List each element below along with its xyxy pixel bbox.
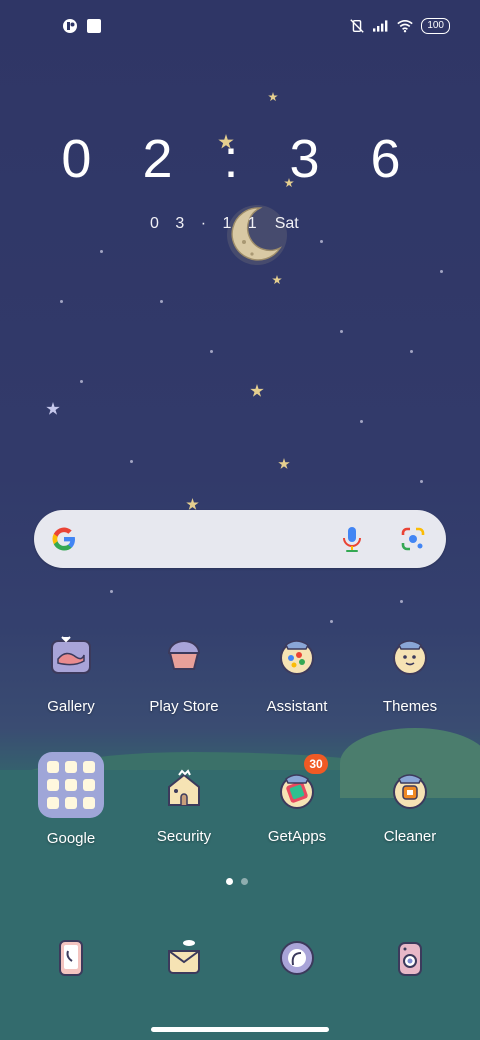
notification-badge: 30 (304, 754, 328, 774)
app-label: Play Store (149, 698, 219, 715)
home-gesture-bar[interactable] (151, 1027, 329, 1032)
date-digits: 0 3 · 1 1 (150, 215, 263, 232)
app-label: Google (46, 830, 96, 847)
google-folder-icon (38, 752, 104, 818)
signal-icon (373, 18, 389, 34)
app-label: Gallery (47, 698, 95, 715)
moon-icon (222, 200, 292, 270)
page-dot (241, 878, 248, 885)
app-label: Cleaner (383, 828, 437, 845)
phone-icon (45, 932, 97, 984)
clock-time[interactable]: 0 2 : 3 6 (0, 128, 480, 190)
google-search-bar[interactable] (34, 510, 446, 568)
google-g-icon (50, 525, 78, 553)
themes-icon (384, 630, 436, 682)
gallery-icon (45, 630, 97, 682)
wifi-icon (397, 18, 414, 34)
app-getapps[interactable]: 30 GetApps (242, 754, 352, 845)
security-icon (158, 764, 210, 816)
app-assistant[interactable]: Assistant (242, 630, 352, 715)
battery-indicator: 100 (421, 18, 450, 34)
dock-camera[interactable] (355, 932, 465, 984)
mic-icon[interactable] (340, 525, 364, 553)
status-bar: 100 (0, 0, 480, 54)
play-store-icon (158, 630, 210, 682)
vibrate-off-icon (349, 18, 365, 34)
dock-phone[interactable] (16, 932, 126, 984)
google-lens-icon[interactable] (400, 526, 426, 552)
dock-browser[interactable] (242, 932, 352, 984)
messages-icon (158, 932, 210, 984)
notification-app-icon (62, 18, 78, 34)
app-play-store[interactable]: Play Store (129, 630, 239, 715)
page-indicator[interactable] (226, 878, 248, 885)
app-cleaner[interactable]: Cleaner (355, 764, 465, 845)
app-themes[interactable]: Themes (355, 630, 465, 715)
dock-messages[interactable] (129, 932, 239, 984)
app-security[interactable]: Security (129, 764, 239, 845)
app-label: GetApps (267, 828, 327, 845)
cleaner-icon (384, 764, 436, 816)
app-label: Security (156, 828, 212, 845)
camera-icon (384, 932, 436, 984)
page-dot-active (226, 878, 233, 885)
clock-date[interactable]: 0 3 · 1 1 Sat (150, 215, 299, 233)
browser-icon (271, 932, 323, 984)
app-google-folder[interactable]: Google (16, 752, 126, 847)
app-label: Themes (382, 698, 438, 715)
app-gallery[interactable]: Gallery (16, 630, 126, 715)
assistant-icon (271, 630, 323, 682)
date-weekday: Sat (274, 215, 299, 232)
app-label: Assistant (266, 698, 328, 715)
square-notification-icon (86, 18, 102, 34)
